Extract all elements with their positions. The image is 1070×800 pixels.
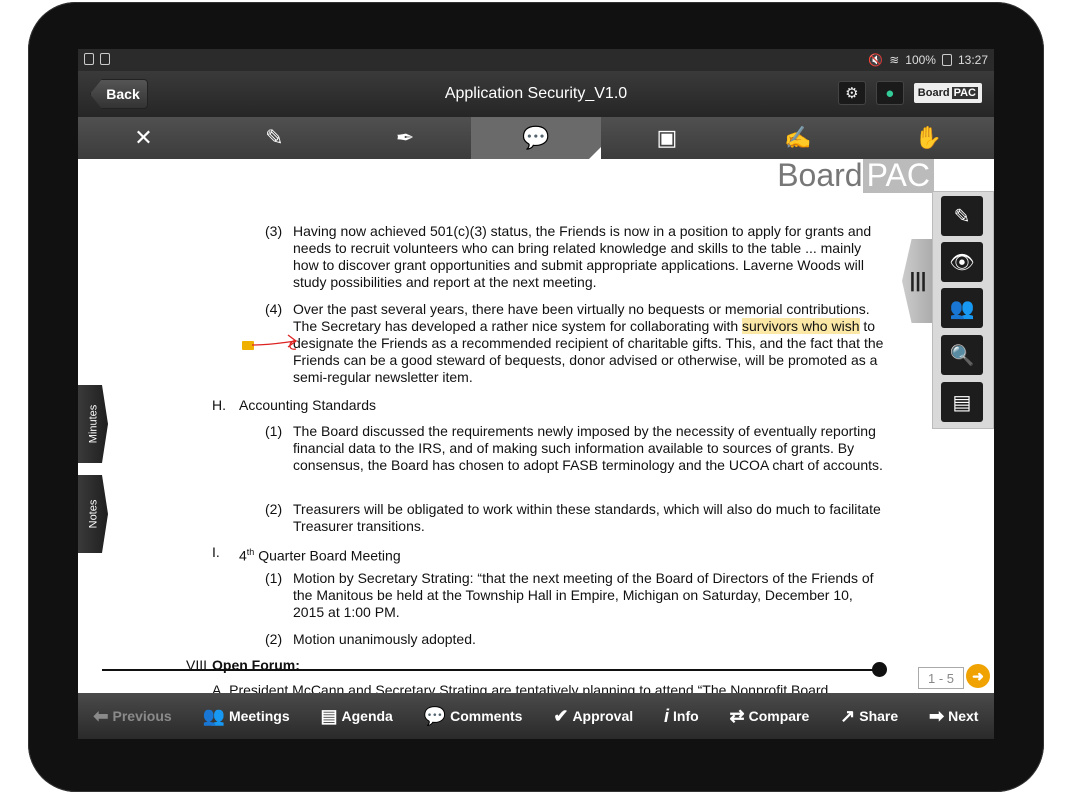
agenda-icon: ▤ <box>320 705 338 726</box>
app-screen: 🔇 ≋ 100% 13:27 Back Application Security… <box>78 49 994 739</box>
page-indicator: 1 - 5 <box>918 667 964 689</box>
notes-tab[interactable]: Notes <box>78 475 108 553</box>
battery-percent: 100% <box>905 53 936 67</box>
battery-icon <box>941 54 952 66</box>
mute-icon: 🔇 <box>868 53 884 67</box>
paragraph: Having now achieved 501(c)(3) status, th… <box>293 223 872 290</box>
section-title: Accounting Standards <box>239 397 376 413</box>
page-scrubber-handle[interactable] <box>872 662 887 677</box>
highlighted-text[interactable]: survivors who wish <box>742 318 860 334</box>
users-icon[interactable]: 👥 <box>941 288 983 328</box>
right-tool-panel: ✎ 👁 👥 🔍 ▤ <box>932 191 994 429</box>
clock: 13:27 <box>957 53 988 67</box>
share-icon: ↗ <box>840 705 856 726</box>
paragraph-cut: A. President McCann and Secretary Strati… <box>212 682 829 693</box>
approval-button[interactable]: ✔ Approval <box>553 706 633 727</box>
info-icon: i <box>663 705 669 726</box>
agenda-button[interactable]: ▤ Agenda <box>320 706 392 727</box>
hand-pan-icon[interactable]: ✋ <box>863 117 994 159</box>
settings-gear-icon[interactable]: ⚙ <box>837 81 866 105</box>
page-scrubber-track[interactable] <box>102 669 880 671</box>
item-number: (3) <box>265 223 283 239</box>
meetings-icon: 👥 <box>202 705 225 726</box>
notification-icon <box>84 53 94 65</box>
compare-button[interactable]: ⇄ Compare <box>730 706 810 727</box>
view-eye-icon[interactable]: 👁 <box>941 242 983 282</box>
forward-arrow-icon: ➡ <box>929 705 945 726</box>
info-button[interactable]: i Info <box>664 706 699 727</box>
annotation-arrow <box>251 334 298 350</box>
meetings-button[interactable]: 👥 Meetings <box>203 706 290 727</box>
item-number: (4) <box>265 301 283 317</box>
section-title: Open Forum: <box>212 657 300 673</box>
document-search-icon[interactable]: 🔍 <box>941 335 983 375</box>
item-number: (2) <box>265 631 283 647</box>
compare-icon: ⇄ <box>729 705 745 726</box>
paragraph: Treasurers will be obligated to work wit… <box>293 501 881 534</box>
title-bar: Back Application Security_V1.0 ⚙ ● Board… <box>78 71 994 117</box>
annotation-toolbar: ✕ ✎ ✒ 💬 ▣ ✍ ✋ <box>78 117 994 159</box>
section-title: 4th Quarter Board Meeting <box>239 547 401 564</box>
globe-icon[interactable]: ● <box>875 81 904 105</box>
wifi-icon: ≋ <box>889 53 900 67</box>
next-page-arrow-icon[interactable]: ➜ <box>966 664 990 688</box>
paragraph: The Board discussed the requirements new… <box>293 423 883 473</box>
item-number: (2) <box>265 501 283 517</box>
bottom-navigation: ⬅ Previous 👥 Meetings ▤ Agenda 💬 Comments ✔ A… <box>78 693 994 739</box>
comment-icon[interactable]: 💬 <box>470 117 602 159</box>
paragraph: Over the past several years, there have … <box>293 301 884 385</box>
boardpac-logo: Board PAC <box>913 83 982 103</box>
section-label: I. <box>212 544 220 560</box>
section-label: H. <box>212 397 226 413</box>
close-tool-icon[interactable]: ✕ <box>78 117 209 159</box>
edit-pencil-icon[interactable]: ✎ <box>941 196 983 236</box>
status-bar: 🔇 ≋ 100% 13:27 <box>78 49 994 71</box>
boardpac-watermark: Board PAC <box>777 159 934 194</box>
share-button[interactable]: ↗ Share <box>840 706 898 727</box>
sd-card-icon <box>100 53 110 65</box>
highlighter-icon[interactable]: ✎ <box>209 117 340 159</box>
checkmark-icon: ✔ <box>553 705 569 726</box>
signature-icon[interactable]: ✍ <box>732 117 863 159</box>
previous-button[interactable]: ⬅ Previous <box>93 706 171 727</box>
comments-button[interactable]: 💬 Comments <box>424 706 523 727</box>
document-viewer[interactable]: Board PAC (3) Having now achieved 501(c)(… <box>78 159 994 693</box>
item-number: (1) <box>265 423 283 439</box>
panel-drag-handle[interactable]: ||| <box>902 239 934 323</box>
paragraph: Motion unanimously adopted. <box>293 631 476 647</box>
archive-icon[interactable]: ▤ <box>941 382 983 422</box>
pen-icon[interactable]: ✒ <box>340 117 471 159</box>
paragraph: Motion by Secretary Strating: “that the … <box>293 570 874 620</box>
back-arrow-icon: ⬅ <box>93 705 109 726</box>
minutes-tab[interactable]: Minutes <box>78 385 108 463</box>
item-number: (1) <box>265 570 283 586</box>
next-button[interactable]: ➡ Next <box>929 706 978 727</box>
image-edit-icon[interactable]: ▣ <box>601 117 732 159</box>
comments-icon: 💬 <box>423 705 447 726</box>
